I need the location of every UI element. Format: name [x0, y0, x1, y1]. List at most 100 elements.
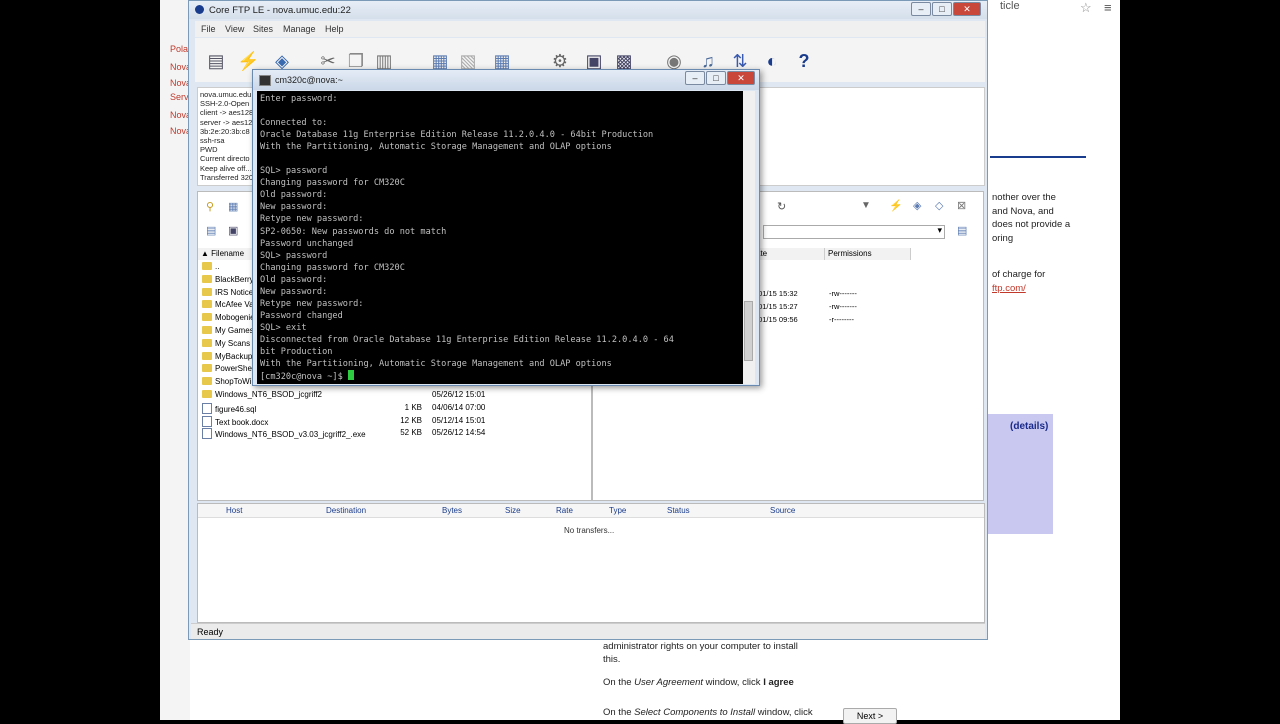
- view-toggle-icon[interactable]: ▦: [228, 200, 238, 213]
- transfer-mode-icon[interactable]: ▼: [861, 200, 871, 211]
- folder-icon: [202, 351, 212, 360]
- file-date: 05/12/14 15:01: [432, 415, 486, 425]
- details-link[interactable]: (details): [1010, 421, 1048, 432]
- disconnect-icon[interactable]: ◇: [935, 199, 943, 212]
- instruction-agreement: On the User Agreement window, click I ag…: [603, 677, 794, 688]
- menu-sites[interactable]: Sites: [253, 24, 273, 34]
- terminal-line: Retype new password:: [260, 214, 364, 225]
- browser-text-line: of charge for: [992, 269, 1046, 280]
- browser-link[interactable]: ftp.com/: [992, 282, 1087, 295]
- stop-icon[interactable]: ⊠: [957, 199, 966, 212]
- file-name: Text book.docx: [215, 417, 269, 427]
- remote-path-dropdown[interactable]: ▾: [763, 225, 945, 239]
- new-folder-icon[interactable]: ▣: [228, 224, 238, 237]
- browser-left-strip: [160, 0, 190, 720]
- log-line: server -> aes12: [200, 117, 253, 127]
- ftp-window-title: Core FTP LE - nova.umuc.edu:22: [209, 5, 351, 16]
- terminal-line: Disconnected from Oracle Database 11g En…: [260, 334, 674, 345]
- connect-lightning-icon[interactable]: ⚡: [889, 199, 903, 212]
- remote-file-permissions: -r--------: [829, 314, 854, 324]
- folder-icon: [202, 377, 212, 386]
- next-button[interactable]: Next >: [843, 708, 897, 724]
- folder-icon: [202, 262, 212, 270]
- bookmark-star-icon[interactable]: ☆: [1080, 0, 1092, 16]
- menu-file[interactable]: File: [201, 24, 216, 34]
- terminal-minimize-button[interactable]: –: [685, 71, 705, 85]
- browser-text-line: does not provide a: [992, 219, 1071, 230]
- browser-menu-icon[interactable]: ≡: [1104, 0, 1112, 15]
- remote-file-date[interactable]: /01/15 15:27: [756, 302, 798, 311]
- file-name: ..: [215, 262, 220, 271]
- log-line: Current directo: [200, 154, 250, 164]
- file-name: Windows_NT6_BSOD_jcgriff2: [215, 390, 323, 399]
- browser-left-link[interactable]: Pola: [170, 44, 188, 54]
- ftp-title-bar[interactable]: Core FTP LE - nova.umuc.edu:22 – □ ✕: [189, 1, 987, 19]
- browser-tab-fragment: ticle: [1000, 0, 1020, 12]
- file-row[interactable]: Windows_NT6_BSOD_v3.03_jcgriff2_.exe 52 K…: [202, 428, 582, 440]
- folder-icon: [202, 364, 212, 373]
- refresh-icon[interactable]: ↻: [777, 200, 786, 213]
- menu-manage[interactable]: Manage: [283, 24, 316, 34]
- file-name: Windows_NT6_BSOD_v3.03_jcgriff2_.exe: [215, 430, 366, 440]
- file-row[interactable]: figure46.sql 1 KB 04/06/14 07:00: [202, 402, 582, 414]
- close-button[interactable]: ✕: [953, 2, 981, 16]
- file-name: figure46.sql: [215, 404, 257, 414]
- file-name: ShopToWi: [215, 377, 252, 387]
- file-size: 52 KB: [400, 428, 422, 438]
- folder-icon: [202, 326, 212, 334]
- log-line: PWD: [200, 145, 218, 155]
- reconnect-icon[interactable]: ◈: [913, 199, 921, 212]
- rate-column-header[interactable]: Rate: [556, 506, 573, 515]
- file-row[interactable]: Windows_NT6_BSOD_jcgriff2 05/26/12 15:01: [202, 390, 582, 399]
- minimize-button[interactable]: –: [911, 2, 931, 16]
- maximize-button[interactable]: □: [932, 2, 952, 16]
- site-manager-icon[interactable]: ▤: [205, 50, 227, 72]
- terminal-line: Enter password:: [260, 94, 338, 104]
- browser-text-line: this.: [603, 654, 621, 665]
- destination-column-header[interactable]: Destination: [326, 506, 366, 515]
- upload-icon[interactable]: ▤: [206, 224, 216, 237]
- ftp-status-bar: Ready: [191, 623, 985, 639]
- menu-help[interactable]: Help: [325, 24, 344, 34]
- download-icon[interactable]: ▤: [957, 224, 967, 237]
- folder-icon: [202, 338, 212, 347]
- permissions-column-header[interactable]: Permissions: [825, 248, 911, 260]
- transfer-header-row: [198, 504, 984, 518]
- folder-icon: [202, 274, 212, 283]
- terminal-output[interactable]: Enter password: Connected to: Oracle Datab…: [257, 91, 743, 384]
- file-name: Mobogenie: [215, 313, 255, 323]
- ftp-window-controls: – □ ✕: [910, 2, 981, 16]
- no-transfers-message: No transfers...: [564, 526, 615, 535]
- date-column-header[interactable]: ate: [753, 248, 825, 260]
- log-line: SSH-2.0-Open: [200, 99, 250, 109]
- terminal-scroll-thumb[interactable]: [744, 301, 753, 361]
- terminal-scrollbar[interactable]: [743, 91, 755, 384]
- status-column-header[interactable]: Status: [667, 506, 690, 515]
- transfer-queue: Host Destination Bytes Size Rate Type St…: [197, 503, 985, 623]
- terminal-window: cm320c@nova:~ – □ ✕ Enter password: Connect…: [252, 69, 760, 386]
- search-icon[interactable]: ⚲: [206, 200, 214, 213]
- bytes-column-header[interactable]: Bytes: [442, 506, 462, 515]
- about-icon[interactable]: ◐: [761, 50, 783, 72]
- folder-icon: [202, 390, 212, 398]
- size-column-header[interactable]: Size: [505, 506, 521, 515]
- log-line: nova.umuc.edu: [200, 90, 252, 99]
- source-column-header[interactable]: Source: [770, 506, 795, 515]
- terminal-prompt: [cm320c@nova ~]$: [260, 372, 348, 383]
- filename-column-header[interactable]: ▲ Filename: [198, 248, 258, 260]
- browser-left-link[interactable]: Serv: [170, 92, 189, 102]
- terminal-close-button[interactable]: ✕: [727, 71, 755, 85]
- terminal-line: Retype new password:: [260, 298, 364, 309]
- type-column-header[interactable]: Type: [609, 506, 626, 515]
- terminal-title-bar[interactable]: cm320c@nova:~ – □ ✕: [253, 70, 759, 90]
- host-column-header[interactable]: Host: [226, 506, 242, 515]
- remote-file-date[interactable]: /01/15 09:56: [756, 315, 798, 324]
- log-line: 3b:2e:20:3b:c8: [200, 126, 250, 136]
- file-name: MyBackup: [215, 351, 253, 361]
- terminal-maximize-button[interactable]: □: [706, 71, 726, 85]
- file-row[interactable]: Text book.docx 12 KB 05/12/14 15:01: [202, 415, 582, 427]
- help-icon[interactable]: ?: [793, 50, 815, 72]
- browser-text-line: administrator rights on your computer to…: [603, 641, 798, 652]
- menu-view[interactable]: View: [225, 24, 244, 34]
- remote-file-date[interactable]: /01/15 15:32: [756, 289, 798, 298]
